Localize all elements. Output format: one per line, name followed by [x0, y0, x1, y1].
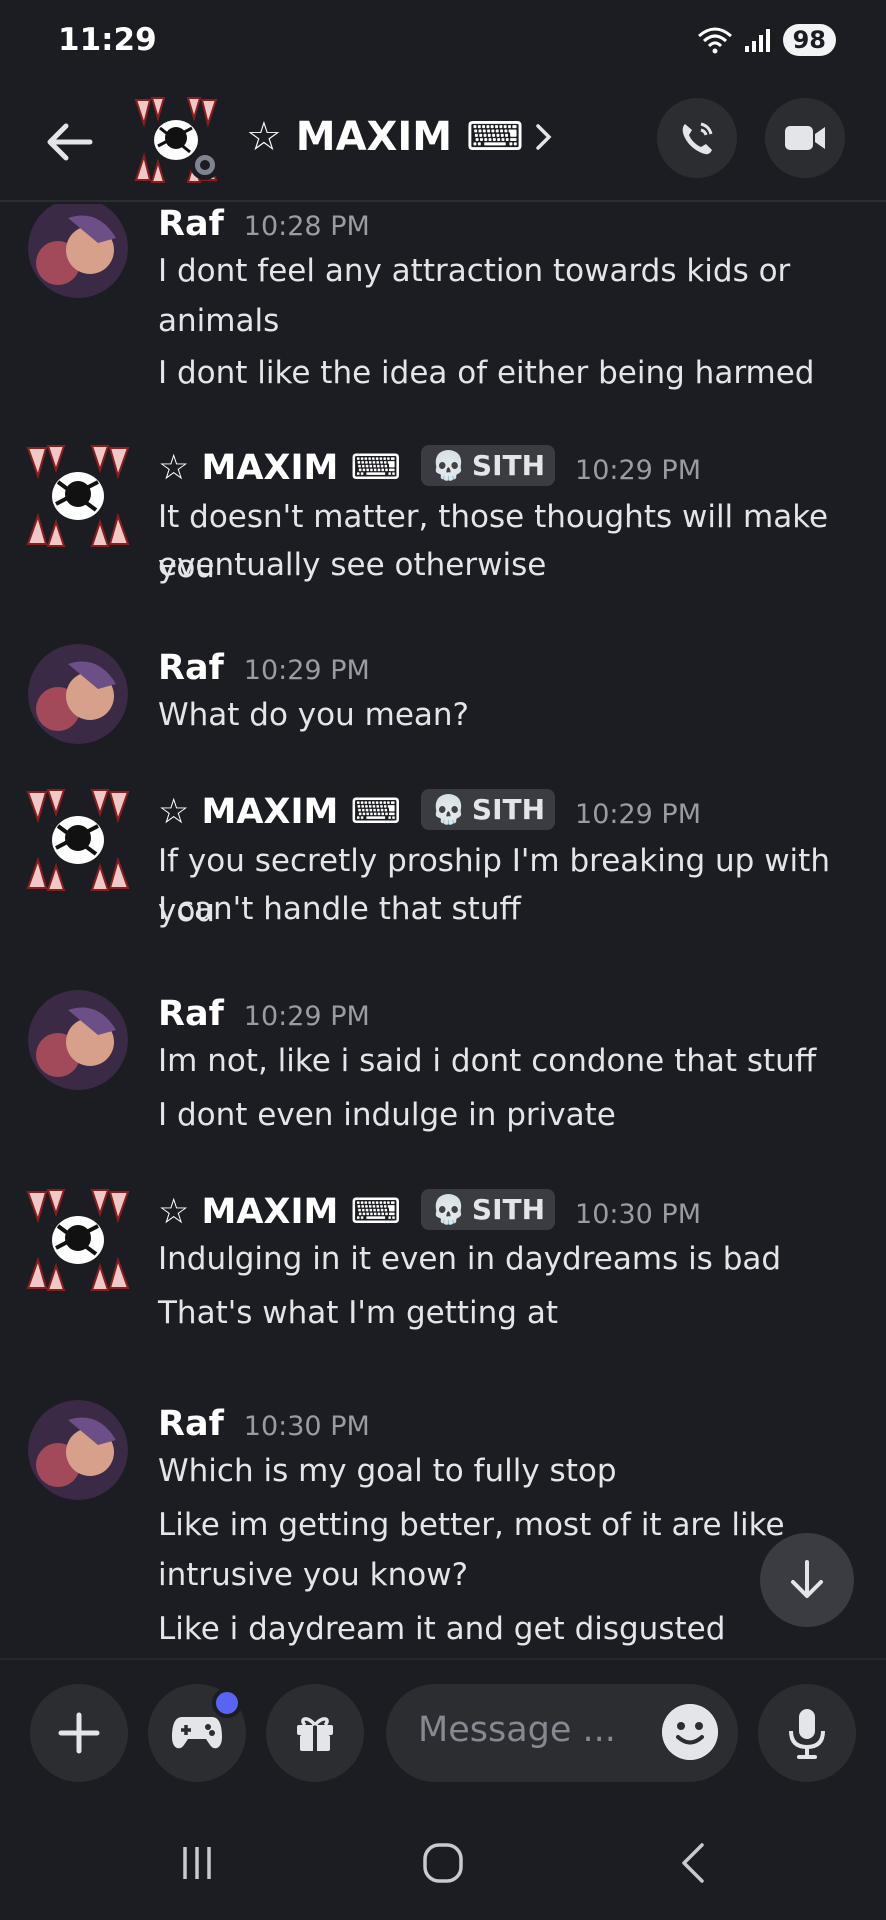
- emoji-icon[interactable]: [662, 1704, 718, 1760]
- wifi-icon: [697, 27, 732, 54]
- home-button[interactable]: [418, 1838, 468, 1888]
- message-text: Im not, like i said i dont condone that …: [158, 1043, 817, 1079]
- battery-indicator: 98: [782, 24, 836, 56]
- user-avatar-raf[interactable]: [28, 1400, 128, 1500]
- system-navbar: [0, 1808, 886, 1920]
- message-text: That's what I'm getting at: [158, 1295, 558, 1331]
- phone-icon: [682, 122, 713, 155]
- message-text: animals: [158, 303, 280, 339]
- message-header: Raf 10:29 PM: [158, 994, 370, 1034]
- message-text: I dont like the idea of either being har…: [158, 355, 815, 391]
- status-time: 11:29: [58, 22, 157, 58]
- video-icon: [785, 126, 825, 150]
- message-text: Like im getting better, most of it are l…: [158, 1507, 785, 1543]
- channel-name: ☆ MAXIM ⌨: [246, 114, 524, 160]
- notification-dot: [212, 1688, 242, 1718]
- system-back-button[interactable]: [668, 1838, 718, 1888]
- author-name[interactable]: Raf: [158, 994, 224, 1034]
- timestamp: 10:29 PM: [243, 655, 370, 686]
- recents-icon: [183, 1847, 211, 1879]
- message-text: What do you mean?: [158, 697, 469, 733]
- signal-icon: [744, 29, 770, 52]
- plus-icon: [58, 1712, 100, 1754]
- message-text: I can't handle that stuff: [158, 891, 521, 927]
- author-name[interactable]: Raf: [158, 204, 224, 244]
- author-name[interactable]: ☆ MAXIM ⌨: [158, 792, 401, 832]
- video-call-button[interactable]: [765, 98, 845, 178]
- timestamp: 10:28 PM: [243, 211, 370, 242]
- user-avatar-maxim[interactable]: [22, 784, 134, 896]
- message-header: ☆ MAXIM ⌨ 💀 SITH 10:29 PM: [158, 445, 702, 490]
- message-input[interactable]: Message ...: [386, 1684, 738, 1782]
- status-offline-indicator: [190, 150, 220, 180]
- channel-title[interactable]: ☆ MAXIM ⌨: [246, 114, 554, 160]
- message-text: eventually see otherwise: [158, 547, 547, 583]
- message-header: Raf 10:29 PM: [158, 648, 370, 688]
- timestamp: 10:30 PM: [575, 1199, 702, 1230]
- arrow-left-icon: [47, 123, 93, 161]
- message-composer: Message ...: [0, 1658, 886, 1808]
- arrow-down-icon: [791, 1560, 823, 1598]
- message-list[interactable]: Raf 10:28 PM I dont feel any attraction …: [0, 204, 886, 1656]
- author-name[interactable]: ☆ MAXIM ⌨: [158, 1192, 401, 1232]
- role-tag[interactable]: 💀 SITH: [421, 1189, 556, 1230]
- role-tag[interactable]: 💀 SITH: [421, 445, 556, 486]
- message-text: I dont even indulge in private: [158, 1097, 616, 1133]
- message-text: Which is my goal to fully stop: [158, 1453, 617, 1489]
- user-avatar-maxim[interactable]: [22, 1184, 134, 1296]
- chevron-right-icon: [535, 124, 552, 150]
- user-avatar-maxim[interactable]: [22, 440, 134, 552]
- user-avatar-raf[interactable]: [28, 204, 128, 298]
- microphone-icon: [789, 1709, 825, 1759]
- role-tag[interactable]: 💀 SITH: [421, 789, 556, 830]
- gamepad-icon: [172, 1717, 222, 1749]
- user-avatar-raf[interactable]: [28, 990, 128, 1090]
- user-avatar-raf[interactable]: [28, 644, 128, 744]
- message-text: intrusive you know?: [158, 1557, 469, 1593]
- attach-button[interactable]: [30, 1684, 128, 1782]
- skull-icon: 💀: [431, 1193, 466, 1226]
- back-icon: [682, 1843, 704, 1883]
- skull-icon: 💀: [431, 793, 466, 826]
- message-text: Indulging in it even in daydreams is bad: [158, 1241, 782, 1277]
- message-header: Raf 10:30 PM: [158, 1404, 370, 1444]
- message-text: Like i daydream it and get disgusted: [158, 1611, 726, 1647]
- voice-message-button[interactable]: [758, 1684, 856, 1782]
- author-name[interactable]: Raf: [158, 648, 224, 688]
- status-icons: 98: [697, 24, 836, 56]
- timestamp: 10:29 PM: [575, 455, 702, 486]
- timestamp: 10:29 PM: [575, 799, 702, 830]
- message-text: I dont feel any attraction towards kids …: [158, 253, 791, 289]
- author-name[interactable]: Raf: [158, 1404, 224, 1444]
- back-button[interactable]: [40, 112, 100, 172]
- timestamp: 10:30 PM: [243, 1411, 370, 1442]
- author-name[interactable]: ☆ MAXIM ⌨: [158, 448, 401, 488]
- message-header: Raf 10:28 PM: [158, 204, 370, 244]
- recents-button[interactable]: [172, 1838, 222, 1888]
- gift-button[interactable]: [266, 1684, 364, 1782]
- status-bar: 11:29 98: [0, 0, 886, 90]
- message-header: ☆ MAXIM ⌨ 💀 SITH 10:30 PM: [158, 1189, 702, 1234]
- home-icon: [423, 1843, 463, 1883]
- jump-to-bottom-button[interactable]: [760, 1533, 854, 1627]
- channel-header: ☆ MAXIM ⌨: [0, 90, 886, 202]
- message-header: ☆ MAXIM ⌨ 💀 SITH 10:29 PM: [158, 789, 702, 834]
- timestamp: 10:29 PM: [243, 1001, 370, 1032]
- voice-call-button[interactable]: [657, 98, 737, 178]
- message-placeholder: Message ...: [418, 1710, 616, 1750]
- gift-icon: [297, 1717, 333, 1751]
- skull-icon: 💀: [431, 449, 466, 482]
